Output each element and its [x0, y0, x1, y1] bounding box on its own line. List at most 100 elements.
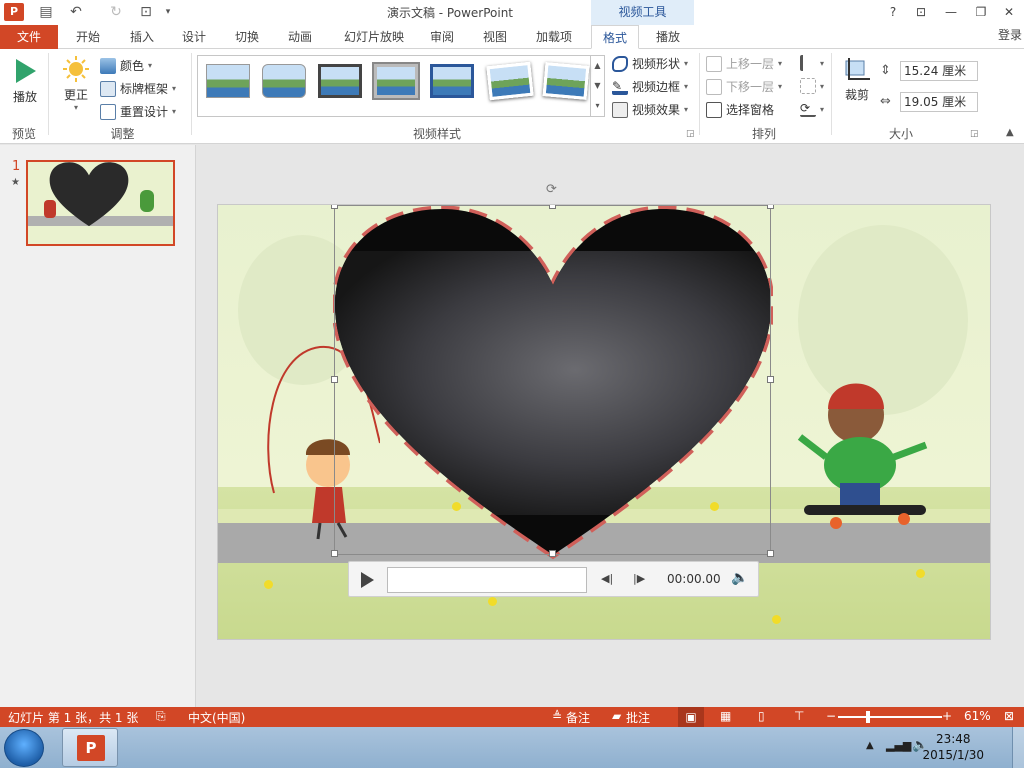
- close-icon[interactable]: ✕: [998, 3, 1020, 21]
- video-timeline-scrubber[interactable]: [387, 567, 587, 593]
- slideshow-view-icon[interactable]: ⊤: [794, 709, 804, 723]
- tab-insert[interactable]: 插入: [124, 25, 160, 49]
- powerpoint-icon: P: [77, 735, 105, 761]
- minimize-icon[interactable]: —: [940, 3, 962, 21]
- normal-view-icon[interactable]: ▣: [678, 707, 704, 727]
- reset-design-button[interactable]: 重置设计 ▾: [100, 103, 176, 120]
- tab-file[interactable]: 文件: [0, 25, 58, 49]
- tab-home[interactable]: 开始: [70, 25, 106, 49]
- slide-editing-area: ◀| |▶ 00:00.00 🔈 ⟳: [197, 145, 1024, 707]
- animation-star-icon: ★: [11, 177, 20, 188]
- selection-pane-button[interactable]: 选择窗格: [706, 101, 774, 118]
- slide-sorter-icon[interactable]: ▦: [720, 709, 731, 723]
- video-border-button[interactable]: ✎ 视频边框 ▾: [612, 78, 688, 95]
- width-input[interactable]: 19.05 厘米: [900, 92, 978, 112]
- flower: [772, 615, 781, 624]
- start-button-icon[interactable]: [4, 729, 44, 767]
- size-dialog-launcher-icon[interactable]: ◲: [970, 129, 979, 139]
- spell-check-icon[interactable]: ⎘: [156, 709, 166, 724]
- resize-handle[interactable]: [767, 205, 774, 209]
- color-icon: [100, 57, 116, 74]
- video-style-thumb[interactable]: [374, 64, 418, 98]
- color-button[interactable]: 颜色 ▾: [100, 57, 152, 74]
- resize-handle[interactable]: [767, 376, 774, 383]
- group-objects-icon: [800, 78, 816, 94]
- undo-icon[interactable]: ↶: [66, 2, 86, 22]
- restore-icon[interactable]: ❐: [970, 3, 992, 21]
- comments-icon[interactable]: ▰: [612, 709, 621, 723]
- video-style-thumb[interactable]: [430, 64, 474, 98]
- zoom-slider-track[interactable]: [838, 716, 942, 718]
- tab-view[interactable]: 视图: [477, 25, 513, 49]
- save-icon[interactable]: ▤: [36, 2, 56, 22]
- taskbar-clock[interactable]: 23:48 2015/1/30: [922, 731, 984, 763]
- resize-handle[interactable]: [549, 205, 556, 209]
- taskbar-powerpoint-button[interactable]: P: [62, 728, 118, 767]
- show-desktop-button[interactable]: [1012, 727, 1024, 768]
- ribbon-display-icon[interactable]: ⊡: [910, 3, 932, 21]
- resize-handle[interactable]: [331, 550, 338, 557]
- tab-design[interactable]: 设计: [176, 25, 212, 49]
- slide-thumbnail[interactable]: [26, 160, 175, 246]
- notes-button[interactable]: 备注: [566, 709, 590, 726]
- video-style-thumb[interactable]: [486, 61, 534, 101]
- play-preview-button[interactable]: 播放: [8, 57, 42, 105]
- slide-canvas[interactable]: ◀| |▶ 00:00.00 🔈: [217, 204, 991, 640]
- video-style-thumb[interactable]: [318, 64, 362, 98]
- step-forward-icon[interactable]: |▶: [633, 572, 645, 585]
- gallery-more-icon[interactable]: ▾: [590, 96, 604, 116]
- zoom-level[interactable]: 61%: [964, 709, 991, 723]
- tray-expand-icon[interactable]: ▲: [866, 740, 874, 751]
- group-objects-button[interactable]: ▾: [800, 78, 824, 94]
- redo-icon[interactable]: ↻: [106, 2, 126, 22]
- rotate-handle-icon[interactable]: ⟳: [546, 182, 557, 197]
- gallery-up-icon[interactable]: ▲: [590, 56, 604, 76]
- fit-slide-icon[interactable]: ⊠: [1004, 709, 1014, 723]
- video-effects-icon: [612, 101, 628, 118]
- volume-icon[interactable]: 🔈: [731, 570, 748, 586]
- video-effects-button[interactable]: 视频效果 ▾: [612, 101, 688, 118]
- height-input[interactable]: 15.24 厘米: [900, 61, 978, 81]
- video-style-thumb[interactable]: [206, 64, 250, 98]
- tab-addins[interactable]: 加载项: [529, 25, 579, 49]
- play-icon[interactable]: [359, 571, 375, 589]
- bring-forward-button[interactable]: 上移一层 ▾: [706, 55, 782, 72]
- tab-animations[interactable]: 动画: [282, 25, 318, 49]
- video-style-thumb[interactable]: [262, 64, 306, 98]
- help-icon[interactable]: ?: [882, 3, 904, 21]
- zoom-in-button[interactable]: +: [942, 709, 952, 723]
- tab-review[interactable]: 审阅: [424, 25, 460, 49]
- zoom-slider-thumb[interactable]: [866, 711, 870, 723]
- language-indicator[interactable]: 中文(中国): [188, 709, 245, 726]
- tab-format[interactable]: 格式: [591, 25, 639, 49]
- resize-handle[interactable]: [331, 376, 338, 383]
- tab-transitions[interactable]: 切换: [229, 25, 265, 49]
- resize-handle[interactable]: [549, 550, 556, 557]
- window-title: 演示文稿 - PowerPoint: [386, 6, 514, 20]
- notes-icon[interactable]: ≜: [552, 709, 562, 723]
- zoom-out-button[interactable]: −: [826, 709, 836, 723]
- powerpoint-logo-icon[interactable]: P: [4, 3, 24, 21]
- poster-frame-button[interactable]: 标牌框架 ▾: [100, 80, 176, 97]
- video-shape-button[interactable]: 视频形状 ▾: [612, 55, 688, 72]
- send-backward-button[interactable]: 下移一层 ▾: [706, 78, 782, 95]
- resize-handle[interactable]: [767, 550, 774, 557]
- comments-button[interactable]: 批注: [626, 709, 650, 726]
- step-back-icon[interactable]: ◀|: [601, 572, 613, 585]
- customize-qat-icon[interactable]: ▾: [158, 2, 178, 22]
- network-icon[interactable]: ▂▄▆: [886, 739, 911, 752]
- tab-slideshow[interactable]: 幻灯片放映: [336, 25, 412, 49]
- present-icon[interactable]: ⊡: [136, 2, 156, 22]
- corrections-button[interactable]: 更正 ▾: [58, 55, 94, 112]
- gallery-down-icon[interactable]: ▼: [590, 76, 604, 96]
- rotate-button[interactable]: ⟳ ▾: [800, 101, 824, 117]
- collapse-ribbon-icon[interactable]: ▲: [1006, 127, 1014, 138]
- tab-playback[interactable]: 播放: [648, 25, 688, 49]
- dialog-launcher-icon[interactable]: ◲: [686, 129, 695, 139]
- align-button[interactable]: ▾: [800, 55, 824, 71]
- crop-button[interactable]: 裁剪: [840, 57, 874, 103]
- resize-handle[interactable]: [331, 205, 338, 209]
- login-link[interactable]: 登录: [998, 25, 1022, 45]
- reading-view-icon[interactable]: ▯: [758, 709, 765, 723]
- video-style-thumb[interactable]: [542, 62, 590, 100]
